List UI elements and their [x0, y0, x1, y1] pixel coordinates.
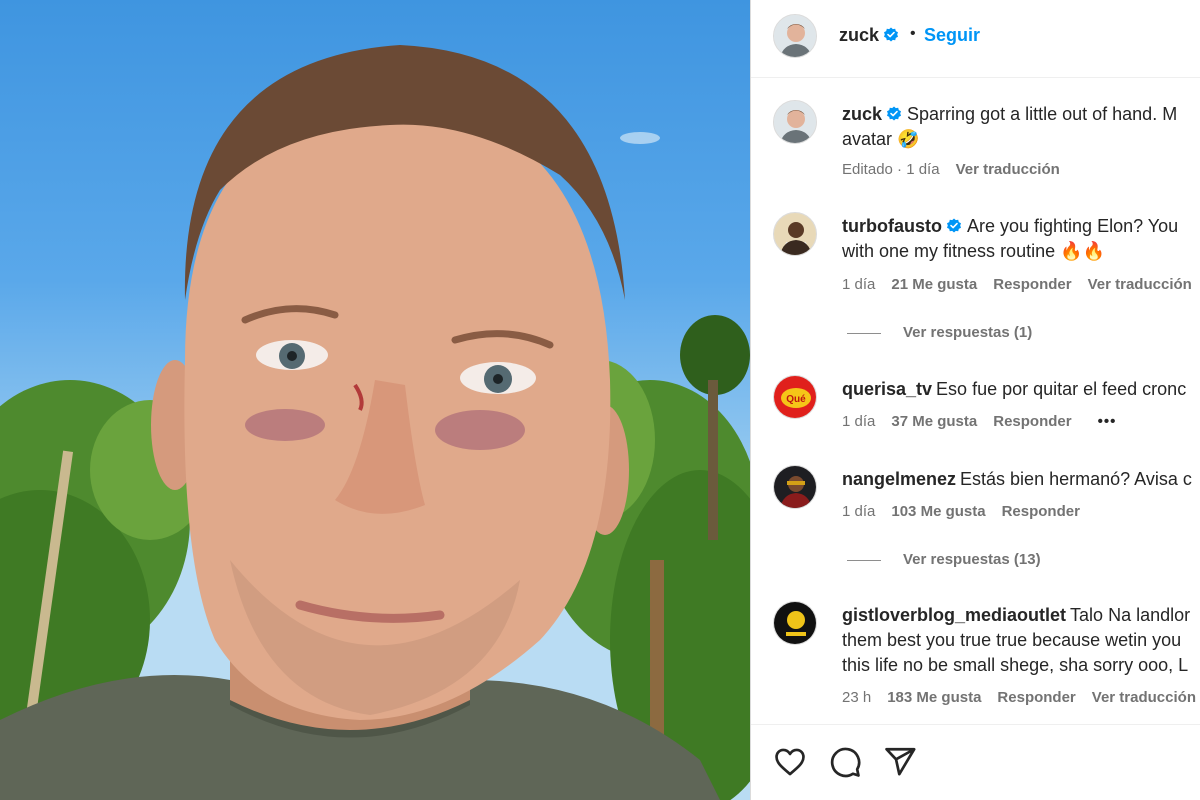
- comment-body: Talo Na landlor: [1070, 605, 1191, 625]
- caption-body: Sparring got a little out of hand. M: [907, 104, 1178, 124]
- comment-username[interactable]: querisa_tv: [842, 379, 932, 399]
- comment-meta: 1 día 103 Me gusta Responder: [842, 503, 1096, 520]
- comment-body: Estás bien hermanó? Avisa c: [960, 469, 1192, 489]
- caption-username[interactable]: zuck: [842, 104, 882, 124]
- comment-body: Eso fue por quitar el feed cronc: [936, 379, 1187, 399]
- follow-button[interactable]: Seguir: [924, 25, 980, 46]
- comment-username[interactable]: gistloverblog_mediaoutlet: [842, 605, 1066, 625]
- heart-icon[interactable]: [773, 745, 807, 779]
- replies-line: [847, 559, 881, 561]
- view-replies-button[interactable]: Ver respuestas (1): [847, 324, 1032, 341]
- view-replies-button[interactable]: Ver respuestas (13): [847, 551, 1041, 568]
- caption-translate-link[interactable]: Ver traducción: [956, 161, 1060, 178]
- author-username[interactable]: zuck: [839, 25, 899, 46]
- commenter-avatar[interactable]: [773, 212, 817, 256]
- comment-translate-link[interactable]: Ver traducción: [1088, 276, 1192, 293]
- comment-meta: 1 día 21 Me gusta Responder Ver traducción: [842, 276, 1200, 293]
- commenter-avatar[interactable]: [773, 601, 817, 645]
- caption-time: · 1 día: [892, 161, 940, 178]
- more-options-icon[interactable]: •••: [1098, 413, 1117, 430]
- reply-button[interactable]: Responder: [1002, 503, 1080, 520]
- comment-text: turbofausto Are you fighting Elon? You wi…: [842, 214, 1200, 264]
- header-separator: •: [910, 25, 916, 42]
- comment-body-line2: them best you true true because wetin yo…: [842, 630, 1182, 650]
- author-avatar[interactable]: [773, 14, 817, 58]
- comment-body-line2: with one my fitness routine 🔥🔥: [842, 241, 1105, 261]
- reply-button[interactable]: Responder: [997, 689, 1075, 706]
- replies-line: [847, 332, 881, 334]
- comment-text: nangelmenez Estás bien hermanó? Avisa c: [842, 467, 1200, 492]
- comment-likes[interactable]: 21 Me gusta: [891, 276, 977, 293]
- comment-text: querisa_tv Eso fue por quitar el feed cro…: [842, 377, 1200, 402]
- comment-username[interactable]: nangelmenez: [842, 469, 956, 489]
- commenter-avatar[interactable]: Qué: [773, 375, 817, 419]
- reply-button[interactable]: Responder: [993, 413, 1071, 430]
- comment-body-line3: this life no be small shege, sha sorry o…: [842, 655, 1189, 675]
- verified-badge-icon: [946, 218, 961, 233]
- comment-text: gistloverblog_mediaoutlet Talo Na landlor…: [842, 603, 1200, 678]
- comment-time: 1 día: [842, 413, 876, 430]
- comment-meta: 1 día 37 Me gusta Responder •••: [842, 413, 1132, 430]
- caption-edited: Editado: [842, 161, 893, 178]
- verified-badge-icon: [884, 27, 899, 42]
- post-header: zuck • Seguir: [751, 0, 1200, 78]
- caption-text: zuck Sparring got a little out of hand. M…: [842, 102, 1200, 152]
- caption-meta: Editado · 1 día Ver traducción: [842, 161, 1076, 178]
- post-actions-bar: [751, 724, 1200, 800]
- reply-button[interactable]: Responder: [993, 276, 1071, 293]
- comment-time: 1 día: [842, 503, 876, 520]
- post-photo[interactable]: [0, 0, 750, 800]
- commenter-avatar[interactable]: [773, 465, 817, 509]
- comment-translate-link[interactable]: Ver traducción: [1092, 689, 1196, 706]
- caption-body-line2: avatar 🤣: [842, 129, 920, 149]
- comment-likes[interactable]: 103 Me gusta: [891, 503, 985, 520]
- comment-likes[interactable]: 37 Me gusta: [891, 413, 977, 430]
- comment-time: 1 día: [842, 276, 876, 293]
- svg-text:Qué: Qué: [786, 394, 806, 405]
- comment-time: 23 h: [842, 689, 872, 706]
- post-photo-illustration: [0, 45, 750, 800]
- comment-icon[interactable]: [828, 745, 862, 779]
- post-panel: zuck • Seguir zuck Sparring got a little …: [751, 0, 1200, 800]
- share-icon[interactable]: [883, 745, 917, 779]
- caption-avatar[interactable]: [773, 100, 817, 144]
- comment-body: Are you fighting Elon? You: [966, 216, 1179, 236]
- verified-badge-icon: [887, 106, 902, 121]
- comment-username[interactable]: turbofausto: [842, 216, 942, 236]
- comment-meta: 23 h 183 Me gusta Responder Ver traducción: [842, 689, 1200, 706]
- comment-likes[interactable]: 183 Me gusta: [887, 689, 981, 706]
